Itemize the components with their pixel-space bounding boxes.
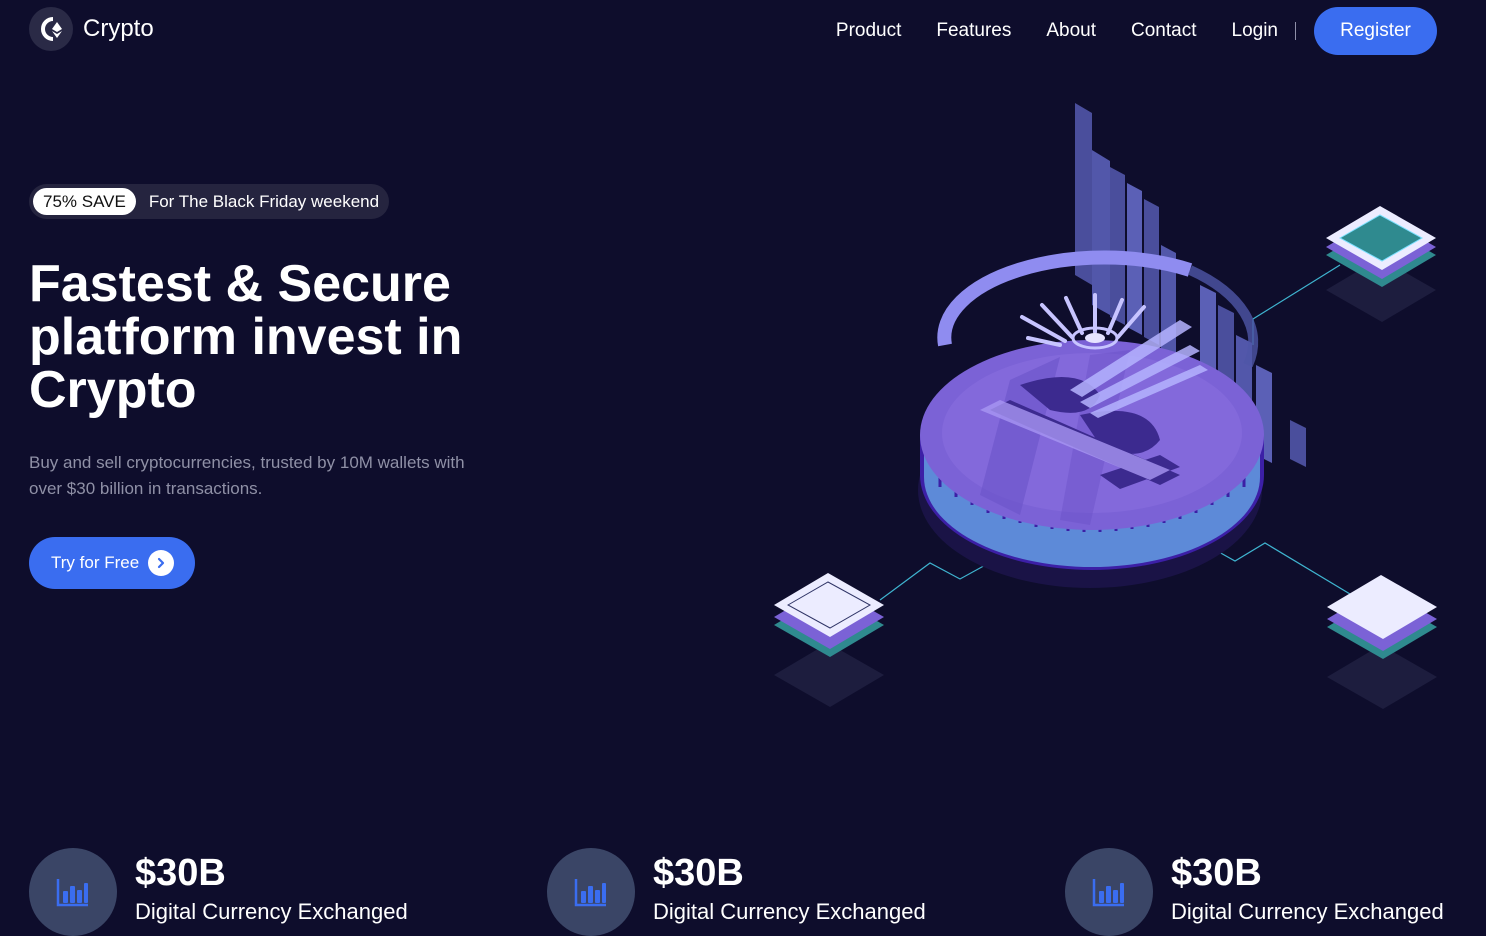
register-button[interactable]: Register	[1314, 7, 1437, 55]
node-top-right	[1326, 206, 1436, 322]
nav-about-link[interactable]: About	[1046, 20, 1096, 42]
promo-text: For The Black Friday weekend	[148, 191, 380, 211]
bar-chart-icon	[547, 848, 635, 936]
stat-label: Digital Currency Exchanged	[135, 899, 408, 924]
stat-label: Digital Currency Exchanged	[1171, 899, 1444, 924]
stat-label: Digital Currency Exchanged	[653, 899, 926, 924]
stat-value: $30B	[1171, 852, 1262, 894]
stat-value: $30B	[653, 852, 744, 894]
chevron-right-icon	[148, 550, 175, 576]
crypto-logo-icon	[29, 7, 73, 51]
stat-card: $30B Digital Currency Exchanged	[1065, 848, 1444, 936]
node-bottom-left	[774, 573, 884, 707]
nav-features-link[interactable]: Features	[936, 20, 1011, 42]
bar-chart-icon	[1065, 848, 1153, 936]
cta-label: Try for Free	[51, 553, 140, 572]
landing-page: Crypto Product Features About Contact Lo…	[0, 0, 1486, 936]
hero-subtitle: Buy and sell cryptocurrencies, trusted b…	[29, 453, 465, 498]
nav-divider	[1295, 22, 1296, 40]
brand-name: Crypto	[83, 15, 154, 42]
nav-login-link[interactable]: Login	[1232, 20, 1279, 42]
node-bottom-right	[1327, 575, 1437, 709]
bar-chart-icon	[29, 848, 117, 936]
main-nav: Product Features About Contact Login Reg…	[836, 7, 1437, 55]
stat-card: $30B Digital Currency Exchanged	[547, 848, 926, 936]
nav-contact-link[interactable]: Contact	[1131, 20, 1196, 42]
hero-illustration	[760, 95, 1460, 725]
stat-card: $30B Digital Currency Exchanged	[29, 848, 408, 936]
brand-logo[interactable]: Crypto	[29, 7, 154, 51]
promo-badge: 75% SAVE	[33, 188, 136, 215]
promo-banner[interactable]: 75% SAVE For The Black Friday weekend	[29, 184, 390, 219]
hero-title: Fastest & Secure platform invest in Cryp…	[29, 255, 463, 419]
nav-product-link[interactable]: Product	[836, 20, 901, 42]
try-for-free-button[interactable]: Try for Free	[29, 537, 195, 589]
stat-value: $30B	[135, 852, 226, 894]
